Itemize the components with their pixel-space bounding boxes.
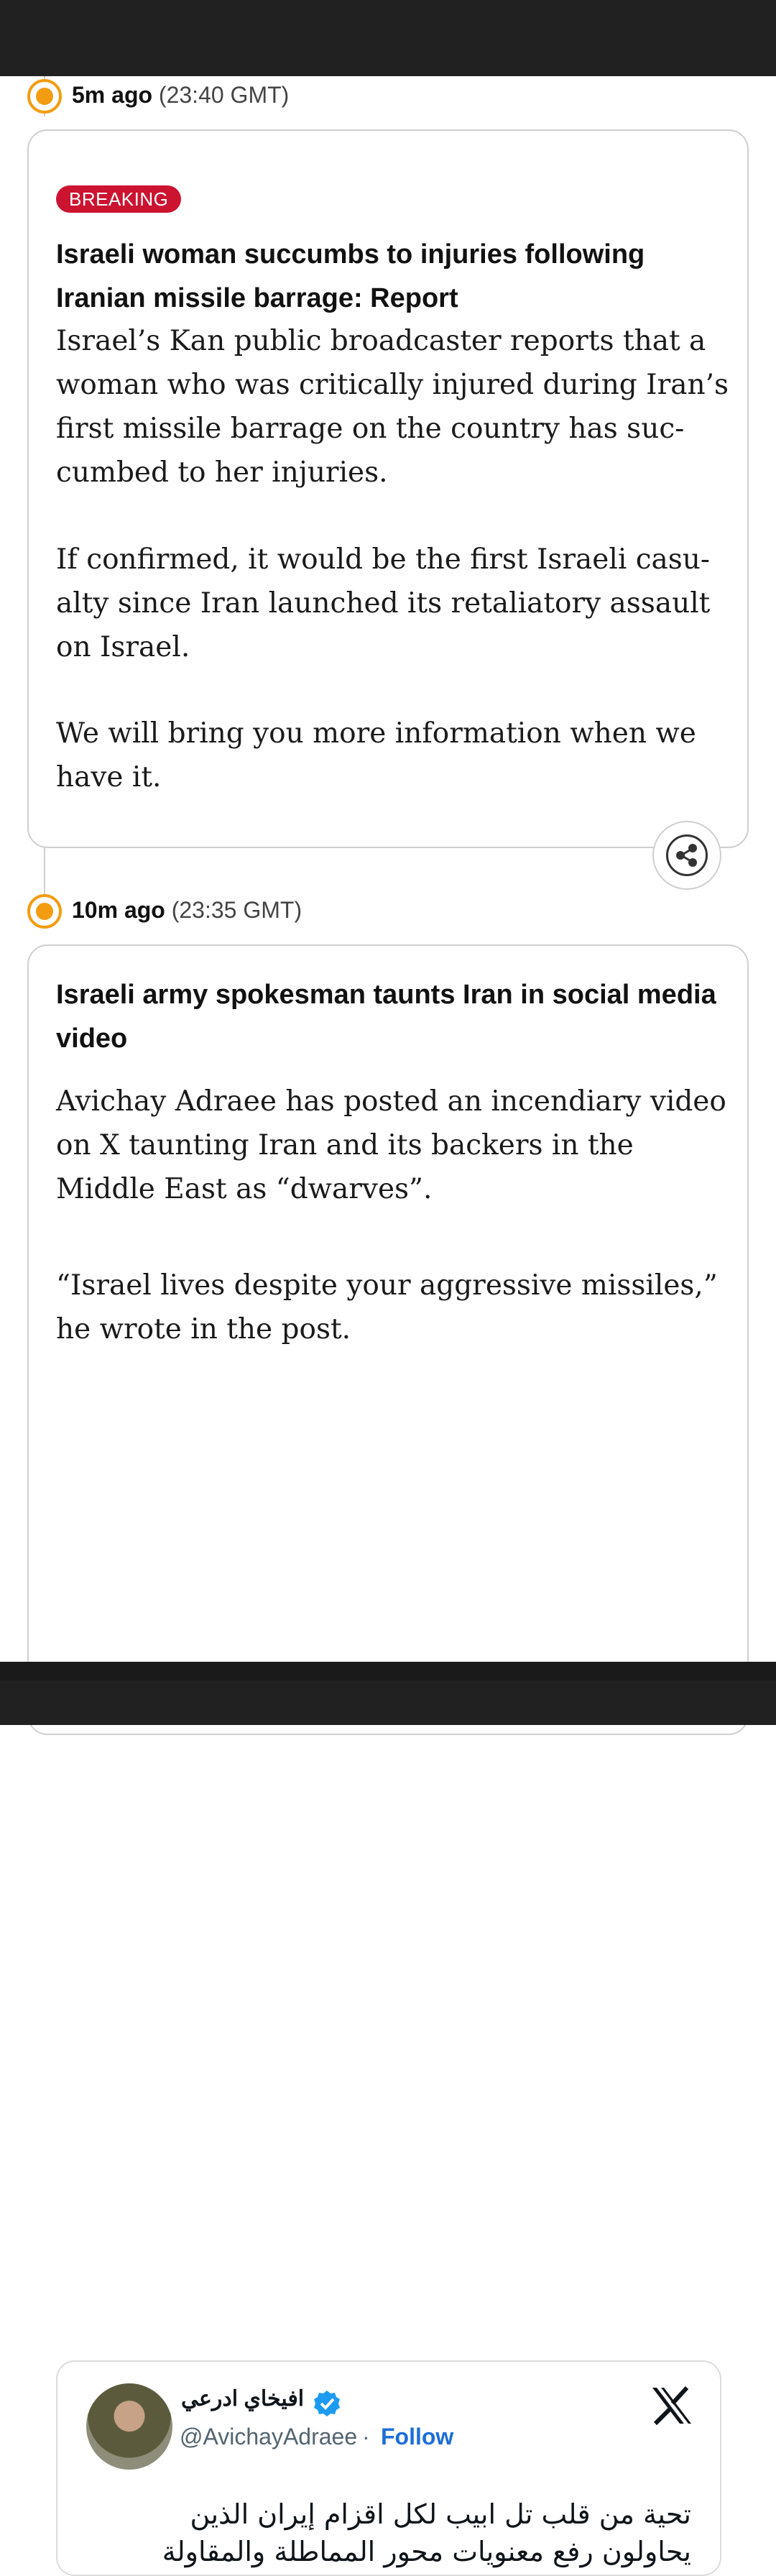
avatar[interactable] xyxy=(86,2383,172,2470)
entry-timestamp: 10m ago (23:35 GMT) xyxy=(72,897,302,924)
breaking-badge: BREAKING xyxy=(56,185,182,213)
live-entry-card: Israeli army spokesman taunts Iran in so… xyxy=(27,944,749,2576)
navigation-bar xyxy=(0,1662,776,1725)
entry-paragraph: “Israel lives despite your aggressive mi… xyxy=(56,1269,718,1346)
live-entry-card: BREAKING Israeli woman succumbs to injur… xyxy=(27,129,749,848)
entry-headline[interactable]: Israeli woman succumbs to injuries follo… xyxy=(56,233,724,321)
timeline-dot xyxy=(27,894,62,929)
time-ago: 10m ago xyxy=(72,897,165,923)
entry-paragraph: Israel’s Kan public broadcaster reports … xyxy=(56,325,729,489)
timeline-line xyxy=(44,848,45,898)
time-gmt: (23:40 GMT) xyxy=(158,82,290,108)
status-bar xyxy=(0,0,776,76)
follow-button[interactable]: Follow xyxy=(381,2424,453,2450)
tweet-handle[interactable]: @AvichayAdraee xyxy=(180,2424,357,2450)
tweet-author-name[interactable]: افيخاي ادرعي xyxy=(181,2386,304,2411)
embedded-tweet[interactable]: افيخاي ادرعي @AvichayAdraee · Follow تحي… xyxy=(56,2360,721,2576)
nav-divider xyxy=(0,1662,776,1680)
entry-timestamp: 5m ago (23:40 GMT) xyxy=(72,82,289,109)
time-ago: 5m ago xyxy=(72,82,153,108)
tweet-text: تحية من قلب تل ابيب لكل اقزام إيران الذي… xyxy=(162,2498,691,2575)
entry-paragraph: We will bring you more information when … xyxy=(56,717,696,794)
entry-headline[interactable]: Israeli army spokesman taunts Iran in so… xyxy=(56,973,724,1061)
verified-icon xyxy=(314,2391,340,2416)
separator-dot: · xyxy=(362,2424,370,2450)
entry-paragraph: Avichay Adraee has posted an incendiary … xyxy=(56,1085,726,1205)
share-button[interactable] xyxy=(652,821,721,890)
time-gmt: (23:35 GMT) xyxy=(171,897,302,923)
timeline-dot xyxy=(27,79,62,114)
entry-paragraph: If confirmed, it would be the first Isra… xyxy=(56,543,711,663)
x-logo-icon[interactable] xyxy=(651,2386,693,2425)
share-icon xyxy=(666,834,708,876)
